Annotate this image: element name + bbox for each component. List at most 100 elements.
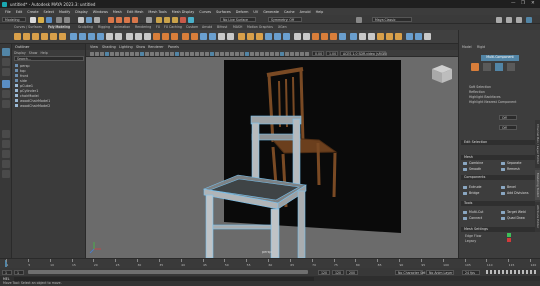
tool-settings-toggle-icon[interactable] [516,16,522,23]
viewport-toolbar-icon[interactable] [255,51,259,56]
side-tab-channel-box[interactable]: Channel Box / Layer Editor [535,120,540,168]
multi-cut-button[interactable]: Multi-Cut [462,210,483,215]
section-components[interactable]: Components [461,175,535,180]
shelf-tool-icon[interactable] [126,33,133,40]
hypershade-icon[interactable] [180,16,186,23]
symmetry-dropdown[interactable]: Symmetry: Off [268,17,302,22]
viewport-toolbar-icon[interactable] [200,51,204,56]
open-scene-icon[interactable] [38,16,44,23]
viewport-toolbar-icon[interactable] [125,51,129,56]
menu-select[interactable]: Select [44,10,54,14]
viewport-toolbar-icon[interactable] [145,51,149,56]
shelf-tool-icon[interactable] [406,33,413,40]
menu-create[interactable]: Create [27,10,38,14]
object-mode-icon[interactable] [471,63,479,71]
viewport-toolbar-icon[interactable] [250,51,254,56]
viewport-toolbar-icon[interactable] [185,51,189,56]
shelf-tool-icon[interactable] [59,33,66,40]
viewport-toolbar-icon[interactable] [260,51,264,56]
menu-display[interactable]: Display [75,10,88,14]
vp-menu-shading[interactable]: Shading [102,45,116,49]
shelf-tool-icon[interactable] [171,33,178,40]
lasso-tool-icon[interactable] [2,58,10,66]
shelf-tool-icon[interactable] [14,33,21,40]
shelf-tool-icon[interactable] [70,33,77,40]
channel-box-toggle-icon[interactable] [496,16,502,23]
check-highlight-backfaces[interactable]: Highlight Backfaces [469,95,501,99]
panel-tab-model[interactable]: Model [462,45,472,49]
falloff-dropdown[interactable]: Off [499,125,517,130]
check-highlight-nearest[interactable]: Highlight Nearest Component [469,100,516,104]
viewport-toolbar-icon[interactable] [95,51,99,56]
range-end3-field[interactable]: 200 [346,269,358,275]
viewport-toolbar-icon[interactable] [160,51,164,56]
camera-near-field[interactable]: 0.00 [312,51,324,56]
face-mode-icon[interactable] [507,63,515,71]
shelf-tab-rigging[interactable]: Rigging [98,25,110,29]
shelf-tool-icon[interactable] [294,33,301,40]
shelf-tab-rendering[interactable]: Rendering [135,25,151,29]
shelf-tool-icon[interactable] [265,33,272,40]
edge-mode-icon[interactable] [495,63,503,71]
viewport-toolbar-icon[interactable] [195,51,199,56]
shelf-tool-icon[interactable] [386,33,393,40]
viewport-toolbar-icon[interactable] [135,51,139,56]
viewport-toolbar-icon[interactable] [230,51,234,56]
multi-component-button[interactable]: Multi-Component [481,55,519,61]
shelf-tool-icon[interactable] [321,33,328,40]
vp-menu-lighting[interactable]: Lighting [119,45,133,49]
shelf-tab-sculpting[interactable]: Sculpting [78,25,93,29]
shelf-tab-arnold[interactable]: Arnold [202,25,212,29]
vp-menu-view[interactable]: View [90,45,98,49]
viewport-toolbar-icon[interactable] [245,51,249,56]
menu-curves[interactable]: Curves [199,10,211,14]
shelf-tool-icon[interactable] [200,33,207,40]
shelf-tool-icon[interactable] [50,33,57,40]
menu-windows[interactable]: Windows [93,10,108,14]
target-weld-button[interactable]: Target Weld [500,210,526,215]
separate-button[interactable]: Separate [500,161,521,166]
section-edit-selection[interactable]: Edit Selection [461,140,535,145]
shelf-tool-icon[interactable] [330,33,337,40]
shelf-tool-icon[interactable] [162,33,169,40]
shelf-tool-icon[interactable] [395,33,402,40]
shelf-tool-icon[interactable] [209,33,216,40]
shelf-tool-icon[interactable] [274,33,281,40]
shelf-tool-icon[interactable] [303,33,310,40]
select-component-icon[interactable] [94,16,100,23]
menu-arnold[interactable]: Arnold [300,10,311,14]
viewport-toolbar-icon[interactable] [150,51,154,56]
add-divisions-button[interactable]: Add Divisions [500,191,528,196]
viewport-toolbar-icon[interactable] [130,51,134,56]
shelf-tab-mash[interactable]: MASH [233,25,242,29]
section-mesh[interactable]: Mesh [461,155,535,160]
connect-button[interactable]: Connect [462,216,482,221]
smooth-button[interactable]: Smooth [462,167,481,172]
viewport-toolbar-icon[interactable] [105,51,109,56]
fps-dropdown[interactable]: 24 fps [462,269,480,275]
arnold-render-icon[interactable] [188,16,194,23]
menu-help[interactable]: Help [316,10,324,14]
view-cube[interactable] [432,65,452,83]
shelf-tool-icon[interactable] [106,33,113,40]
viewport-toolbar-icon[interactable] [140,51,144,56]
outliner-menu-show[interactable]: Show [29,51,38,55]
viewport-toolbar-icon[interactable] [220,51,224,56]
new-scene-icon[interactable] [30,16,36,23]
viewport-toolbar-icon[interactable] [270,51,274,56]
viewport-toolbar-icon[interactable] [155,51,159,56]
shelf-tab-animation[interactable]: Animation [114,25,130,29]
time-slider[interactable]: 1 5 10 15 20 25 30 35 40 45 50 55 60 65 70 75 80 85 90 95 10… [0,258,540,268]
side-by-side-layout-icon[interactable] [2,150,10,158]
shelf-tool-icon[interactable] [144,33,151,40]
shelf-tool-icon[interactable] [115,33,122,40]
shelf-tool-icon[interactable] [135,33,142,40]
section-tools[interactable]: Tools [461,201,535,206]
viewport-toolbar-icon[interactable] [175,51,179,56]
select-tool-icon[interactable] [2,48,10,56]
close-button[interactable]: ✕ [531,1,535,6]
command-input[interactable] [14,276,314,281]
select-hierarchy-icon[interactable] [78,16,84,23]
rotate-tool-icon[interactable] [2,90,10,98]
four-view-layout-icon[interactable] [2,140,10,148]
